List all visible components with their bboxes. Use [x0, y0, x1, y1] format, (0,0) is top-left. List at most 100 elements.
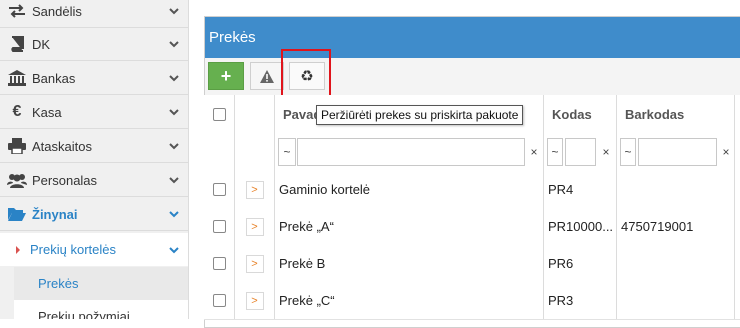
- row-expand-cell: >: [235, 208, 275, 245]
- sidebar-item-label: Žinynai: [32, 206, 78, 222]
- row-name-cell: Prekė B: [275, 245, 544, 282]
- sidebar-item-bankas[interactable]: Bankas: [0, 62, 188, 95]
- row-code-cell: PR10000...: [544, 208, 617, 245]
- table-row[interactable]: > Prekė „C“ PR3: [204, 282, 740, 320]
- row-name-cell: Prekė „A“: [275, 208, 544, 245]
- row-checkbox[interactable]: [212, 257, 226, 270]
- row-code: PR3: [548, 293, 574, 308]
- row-name: Prekė „A“: [279, 219, 334, 234]
- sidebar: Sandėlis DK Bankas € Kasa Ataskaitos Per…: [0, 0, 189, 319]
- sidebar-subitem-label: Prekių požymiai: [38, 309, 130, 319]
- recycle-icon: ♻: [300, 68, 314, 85]
- row-code: PR10000...: [548, 219, 614, 234]
- filter-clear-button[interactable]: ×: [526, 138, 542, 166]
- row-select-cell: [204, 208, 235, 245]
- sidebar-item-personalas[interactable]: Personalas: [0, 164, 188, 197]
- filter-operator[interactable]: ~: [278, 138, 296, 166]
- sidebar-item-label: Ataskaitos: [32, 138, 92, 154]
- select-all-cell: [204, 95, 235, 134]
- toolbar: + ♻: [205, 58, 740, 96]
- bank-icon: [6, 70, 28, 86]
- row-expand-cell: >: [235, 171, 275, 208]
- row-checkbox[interactable]: [212, 294, 226, 307]
- filter-clear-button[interactable]: ×: [718, 138, 734, 166]
- euro-icon: €: [12, 103, 22, 120]
- printer-icon: [6, 138, 28, 154]
- sidebar-item-sandelis[interactable]: Sandėlis: [0, 0, 188, 28]
- book-icon: [6, 36, 28, 52]
- row-select-cell: [204, 171, 235, 208]
- sidebar-item-label: Bankas: [32, 70, 76, 86]
- row-select-cell: [204, 245, 235, 282]
- sidebar-subitem-label: Prekių kortelės: [30, 242, 116, 257]
- column-label: Barkodas: [625, 107, 685, 122]
- filter-cell-code: ~ ×: [544, 134, 617, 171]
- expand-header-cell: [235, 95, 275, 134]
- filter-clear-button[interactable]: ×: [598, 138, 614, 166]
- sidebar-item-label: DK: [32, 36, 51, 52]
- table-row[interactable]: > Prekė B PR6: [204, 245, 740, 283]
- sidebar-subitem-prekiu-pozymiai[interactable]: Prekių požymiai: [14, 300, 188, 319]
- chevron-down-icon: [164, 108, 184, 116]
- sidebar-subitem-prekes[interactable]: Prekės: [14, 267, 188, 300]
- row-barcode-cell: [617, 245, 735, 282]
- row-name-cell: Gaminio kortelė: [275, 171, 544, 208]
- chevron-right-icon[interactable]: >: [245, 180, 264, 199]
- filter-row: ~ × ~ × ~ ×: [204, 134, 740, 172]
- row-code-cell: PR4: [544, 171, 617, 208]
- chevron-down-icon: [164, 40, 184, 48]
- plus-icon: +: [220, 65, 232, 86]
- filter-operator[interactable]: ~: [620, 138, 636, 166]
- chevron-down-icon: [164, 210, 184, 218]
- filter-name-input[interactable]: [297, 138, 525, 166]
- add-button[interactable]: +: [208, 62, 244, 90]
- tooltip: Peržiūrėti prekes su priskirta pakuote: [316, 105, 524, 125]
- select-all-checkbox[interactable]: [212, 108, 226, 121]
- sidebar-item-dk[interactable]: DK: [0, 28, 188, 61]
- column-header-code[interactable]: Kodas: [544, 95, 617, 134]
- table-row[interactable]: > Prekė „A“ PR10000... 4750719001: [204, 208, 740, 246]
- warning-filter-button[interactable]: [250, 62, 284, 90]
- chevron-right-icon[interactable]: >: [245, 254, 264, 273]
- chevron-down-icon: [164, 7, 184, 15]
- row-name: Prekė „C“: [279, 293, 335, 308]
- filter-barcode-input[interactable]: [638, 138, 717, 166]
- caret-right-icon: [16, 245, 20, 254]
- filter-operator[interactable]: ~: [547, 138, 563, 166]
- filter-cell-name: ~ ×: [275, 134, 544, 171]
- row-name: Prekė B: [279, 256, 326, 271]
- folder-open-icon: [6, 207, 28, 221]
- row-barcode-cell: [617, 171, 735, 208]
- sidebar-item-zinynai[interactable]: Žinynai: [0, 198, 188, 231]
- row-select-cell: [204, 282, 235, 319]
- packaging-filter-button[interactable]: ♻: [289, 62, 325, 90]
- warning-icon: [260, 69, 274, 83]
- filter-code-input[interactable]: [565, 138, 596, 166]
- sidebar-item-label: Kasa: [32, 104, 62, 120]
- filter-cell-barcode: ~ ×: [617, 134, 735, 171]
- row-barcode-cell: [617, 282, 735, 319]
- sidebar-item-label: Sandėlis: [32, 3, 82, 19]
- row-checkbox[interactable]: [212, 183, 226, 196]
- exchange-arrows-icon: [6, 4, 28, 18]
- chevron-down-icon: [164, 176, 184, 184]
- row-code-cell: PR6: [544, 245, 617, 282]
- users-icon: [6, 172, 28, 188]
- chevron-down-icon: [164, 142, 184, 150]
- row-code: PR6: [548, 256, 574, 271]
- chevron-right-icon[interactable]: >: [245, 217, 264, 236]
- sidebar-subitem-prekiu-korteles[interactable]: Prekių kortelės: [0, 233, 188, 266]
- row-code-cell: PR3: [544, 282, 617, 319]
- row-code: PR4: [548, 182, 574, 197]
- sidebar-item-ataskaitos[interactable]: Ataskaitos: [0, 130, 188, 163]
- row-name-cell: Prekė „C“: [275, 282, 544, 319]
- sidebar-item-kasa[interactable]: € Kasa: [0, 96, 188, 129]
- chevron-down-icon: [164, 246, 184, 254]
- chevron-right-icon[interactable]: >: [245, 291, 264, 310]
- row-checkbox[interactable]: [212, 220, 226, 233]
- row-expand-cell: >: [235, 245, 275, 282]
- table-row[interactable]: > Gaminio kortelė PR4: [204, 171, 740, 209]
- sidebar-subitem-label: Prekės: [38, 276, 79, 291]
- column-header-barcode[interactable]: Barkodas: [617, 95, 735, 134]
- row-barcode: 4750719001: [621, 219, 694, 234]
